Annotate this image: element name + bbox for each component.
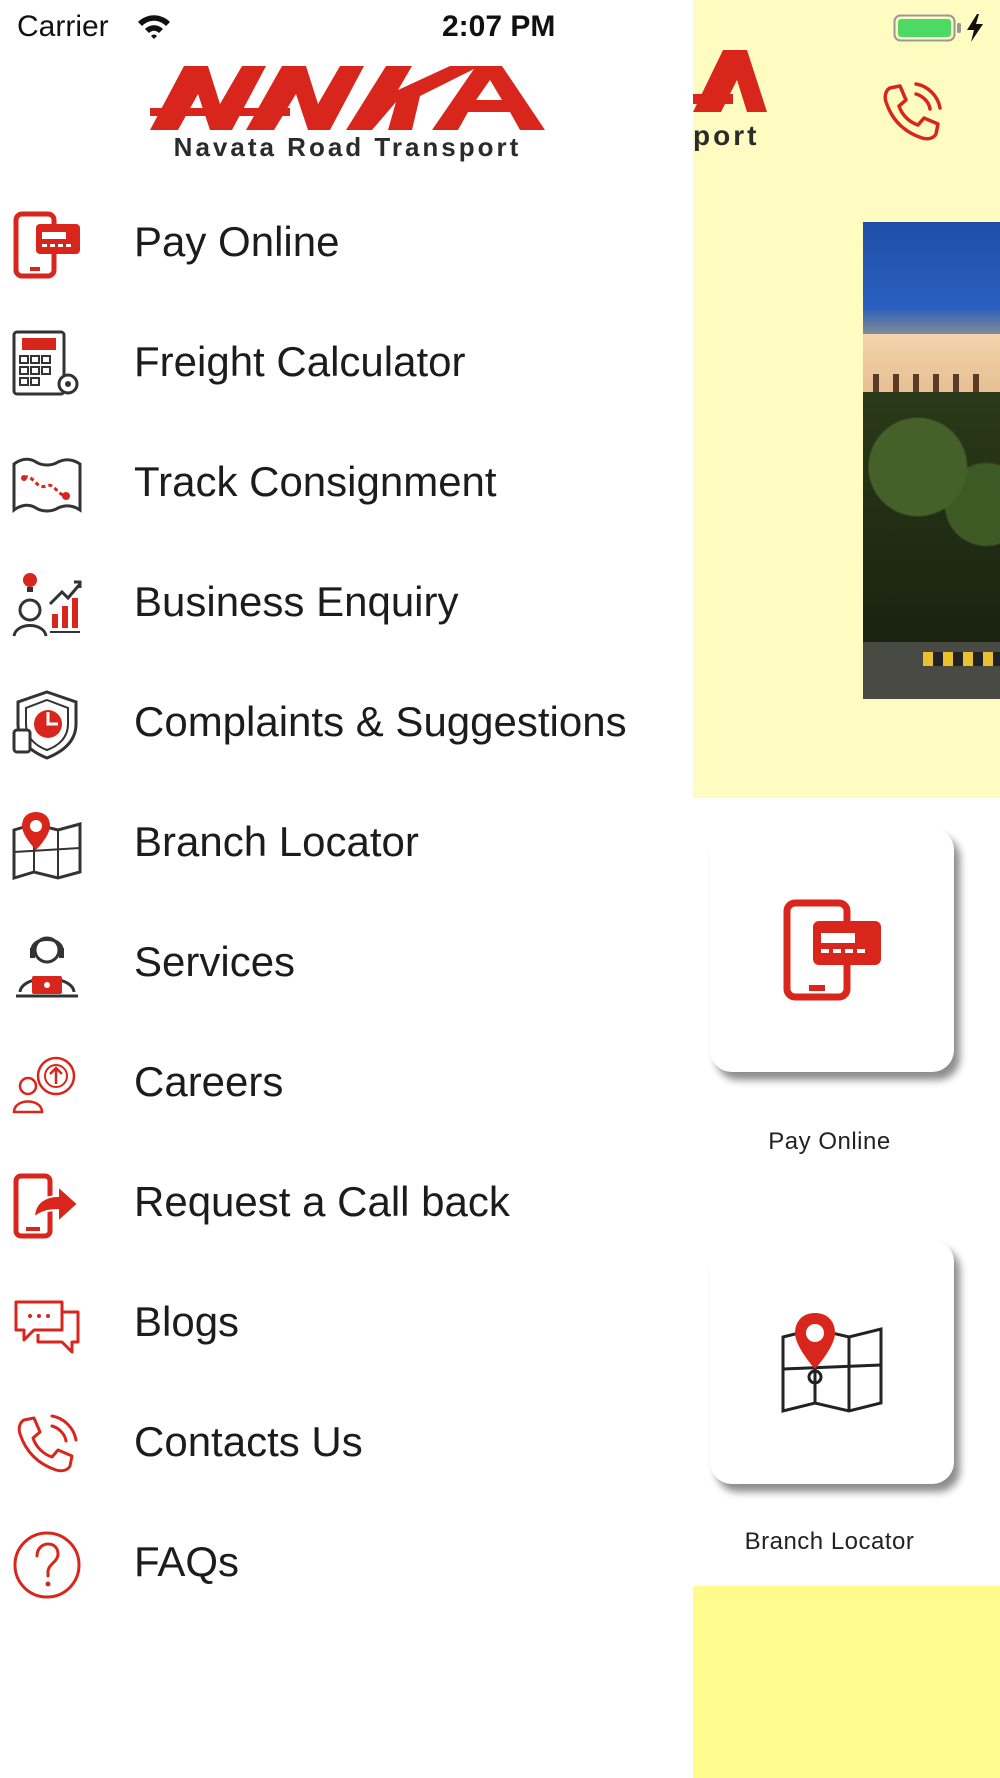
background-home-screen: port Pay Online Branch Locator [693,0,1000,1778]
menu-item-careers[interactable]: Careers [0,1028,693,1138]
menu-item-label: FAQs [134,1538,240,1585]
brand-logo [150,64,545,132]
menu-item-label: Contacts Us [134,1418,363,1465]
shield-feedback-icon [12,690,82,760]
question-icon [12,1530,82,1600]
menu-item-label: Track Consignment [134,458,497,505]
menu-item-faqs[interactable]: FAQs [0,1508,693,1618]
battery-icon [893,13,989,48]
tiles-section: Pay Online Branch Locator [693,798,1000,1586]
menu-item-services[interactable]: Services [0,908,693,1018]
menu-item-track-consignment[interactable]: Track Consignment [0,428,693,538]
call-back-icon [12,1170,82,1240]
menu-item-label: Blogs [134,1298,240,1345]
menu-item-label: Pay Online [134,218,340,265]
navata-logo-icon [150,66,545,130]
status-bar: Carrier 2:07 PM [0,0,1000,54]
carrier-label: Carrier [17,10,109,43]
map-route-icon [12,450,82,520]
background-logo-fragment [693,50,773,116]
tile-branch-locator[interactable] [710,1240,954,1484]
business-growth-icon [12,570,82,640]
banner-image [863,222,1000,699]
call-icon[interactable] [876,78,946,153]
phone-icon [12,1410,82,1480]
support-agent-icon [12,930,82,1000]
menu-item-label: Complaints & Suggestions [134,698,627,745]
menu-item-business-enquiry[interactable]: Business Enquiry [0,548,693,658]
menu-item-label: Careers [134,1058,284,1105]
side-drawer: Navata Road Transport Pay Online Freight… [0,0,693,1778]
menu-item-request-call-back[interactable]: Request a Call back [0,1148,693,1258]
brand-subtitle: Navata Road Transport [173,132,522,162]
calculator-icon [12,330,82,400]
status-time: 2:07 PM [442,10,556,43]
menu-item-contacts-us[interactable]: Contacts Us [0,1388,693,1498]
tile-branch-locator-label: Branch Locator [744,1528,915,1555]
menu-item-pay-online[interactable]: Pay Online [0,188,693,298]
menu-item-complaints-suggestions[interactable]: Complaints & Suggestions [0,668,693,778]
menu-item-branch-locator[interactable]: Branch Locator [0,788,693,898]
menu-item-label: Branch Locator [134,818,419,865]
tile-pay-online[interactable] [710,828,954,1072]
chat-bubbles-icon [12,1290,82,1360]
background-footer [693,1586,1000,1778]
map-pin-icon [12,810,82,880]
menu-item-label: Request a Call back [134,1178,510,1225]
tile-pay-online-label: Pay Online [768,1128,891,1155]
map-pin-icon [781,1313,883,1413]
wifi-icon [136,12,172,45]
menu-item-freight-calculator[interactable]: Freight Calculator [0,308,693,418]
menu-item-label: Business Enquiry [134,578,459,625]
mobile-payment-icon [12,210,82,280]
menu-item-label: Services [134,938,296,985]
menu-item-label: Freight Calculator [134,338,466,385]
background-subtitle-fragment: port [693,120,760,151]
menu-item-blogs[interactable]: Blogs [0,1268,693,1378]
user-upload-icon [12,1050,82,1120]
mobile-payment-icon [783,899,881,1001]
